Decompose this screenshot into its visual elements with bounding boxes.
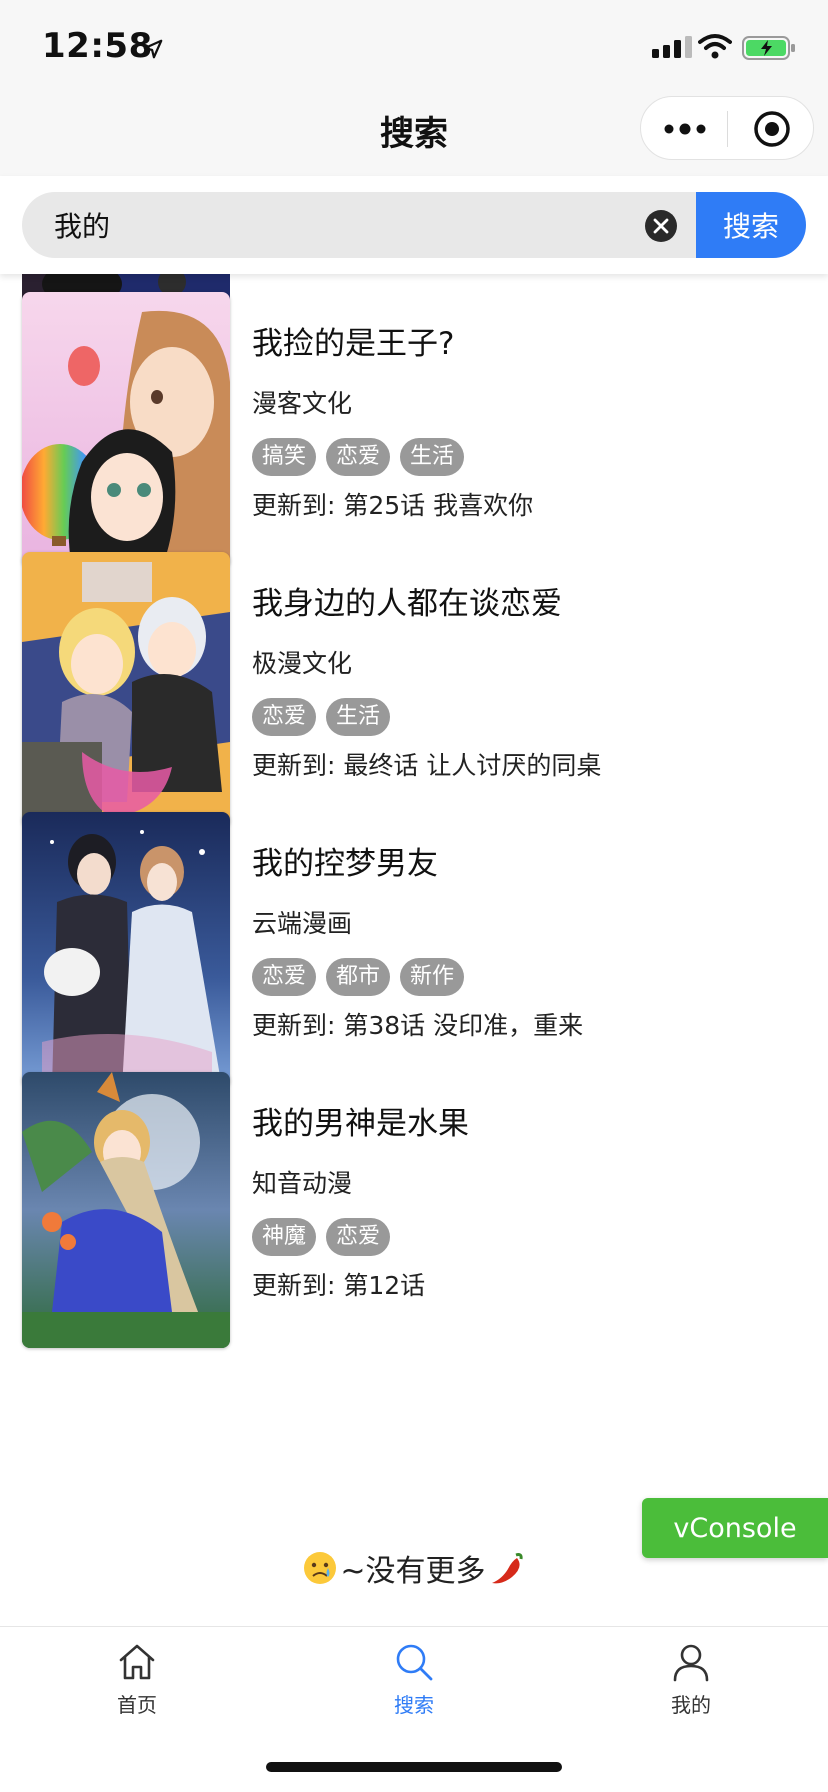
home-indicator	[266, 1762, 562, 1772]
clear-icon[interactable]	[644, 209, 678, 243]
cover-image[interactable]	[22, 292, 230, 568]
search-icon	[396, 1644, 433, 1681]
comic-author: 漫客文化	[252, 389, 353, 418]
tag: 新作	[400, 958, 465, 996]
tag: 恋爱	[252, 958, 317, 996]
vconsole-button[interactable]: vConsole	[642, 1498, 828, 1558]
wifi-icon	[698, 34, 732, 59]
tab-mine[interactable]: 我的	[611, 1637, 771, 1727]
search-input[interactable]	[54, 192, 614, 258]
crying-face-icon	[304, 1552, 337, 1584]
cover-image[interactable]	[22, 812, 230, 1088]
tag-list: 搞笑 恋爱 生活	[252, 438, 465, 476]
navigation-bar: 搜索	[0, 92, 828, 176]
tab-search[interactable]: 搜索	[334, 1637, 494, 1727]
tag: 都市	[326, 958, 391, 996]
comic-title: 我的控梦男友	[252, 846, 438, 882]
search-box	[22, 192, 698, 258]
tag-list: 神魔 恋爱	[252, 1218, 391, 1256]
list-item[interactable]: 我的男神是水果 知音动漫 神魔 恋爱 更新到: 第12话	[0, 1072, 828, 1348]
comic-title: 我捡的是王子?	[252, 326, 455, 362]
tag: 恋爱	[252, 698, 317, 736]
tab-label: 我的	[671, 1693, 711, 1717]
close-miniprogram-icon[interactable]	[753, 110, 791, 148]
chili-pepper-icon	[491, 1553, 523, 1584]
tag: 搞笑	[252, 438, 317, 476]
tag: 生活	[400, 438, 465, 476]
battery-charging-icon	[742, 36, 795, 60]
tag: 生活	[326, 698, 391, 736]
comic-author: 知音动漫	[252, 1169, 353, 1198]
list-item[interactable]: 我身边的人都在谈恋爱 极漫文化 恋爱 生活 更新到: 最终话 让人讨厌的同桌	[0, 552, 828, 828]
results-list: 我捡的是王子? 漫客文化 搞笑 恋爱 生活 更新到: 第25话 我喜欢你 我身边…	[0, 274, 828, 1626]
status-time: 12:58	[42, 26, 153, 66]
search-button[interactable]: 搜索	[696, 192, 806, 258]
tag: 恋爱	[326, 1218, 391, 1256]
tab-home[interactable]: 首页	[57, 1637, 217, 1727]
update-info: 更新到: 第25话 我喜欢你	[252, 491, 534, 520]
tab-label: 首页	[117, 1693, 157, 1717]
update-info: 更新到: 第38话 没印准，重来	[252, 1011, 584, 1040]
cover-image[interactable]	[22, 552, 230, 828]
update-info: 更新到: 第12话	[252, 1271, 426, 1300]
no-more-label: ~没有更多	[340, 1554, 486, 1589]
location-arrow-icon	[143, 39, 163, 59]
status-bar: 12:58	[0, 0, 828, 92]
tab-label: 搜索	[394, 1693, 434, 1717]
comic-author: 极漫文化	[252, 649, 353, 678]
tag: 恋爱	[326, 438, 391, 476]
home-icon	[119, 1644, 155, 1680]
comic-title: 我身边的人都在谈恋爱	[252, 586, 562, 622]
search-bar: 搜索	[0, 176, 828, 274]
list-item[interactable]: 我捡的是王子? 漫客文化 搞笑 恋爱 生活 更新到: 第25话 我喜欢你	[0, 292, 828, 568]
cover-image[interactable]	[22, 1072, 230, 1348]
more-icon[interactable]	[663, 123, 707, 135]
cellular-signal-icon	[652, 36, 692, 58]
miniprogram-capsule	[640, 96, 814, 160]
tag-list: 恋爱 生活	[252, 698, 391, 736]
person-icon	[673, 1644, 709, 1682]
capsule-divider	[727, 111, 728, 147]
list-item[interactable]: 我的控梦男友 云端漫画 恋爱 都市 新作 更新到: 第38话 没印准，重来	[0, 812, 828, 1088]
comic-title: 我的男神是水果	[252, 1106, 469, 1142]
tag: 神魔	[252, 1218, 317, 1256]
comic-author: 云端漫画	[252, 909, 353, 938]
update-info: 更新到: 最终话 让人讨厌的同桌	[252, 751, 602, 780]
tag-list: 恋爱 都市 新作	[252, 958, 465, 996]
